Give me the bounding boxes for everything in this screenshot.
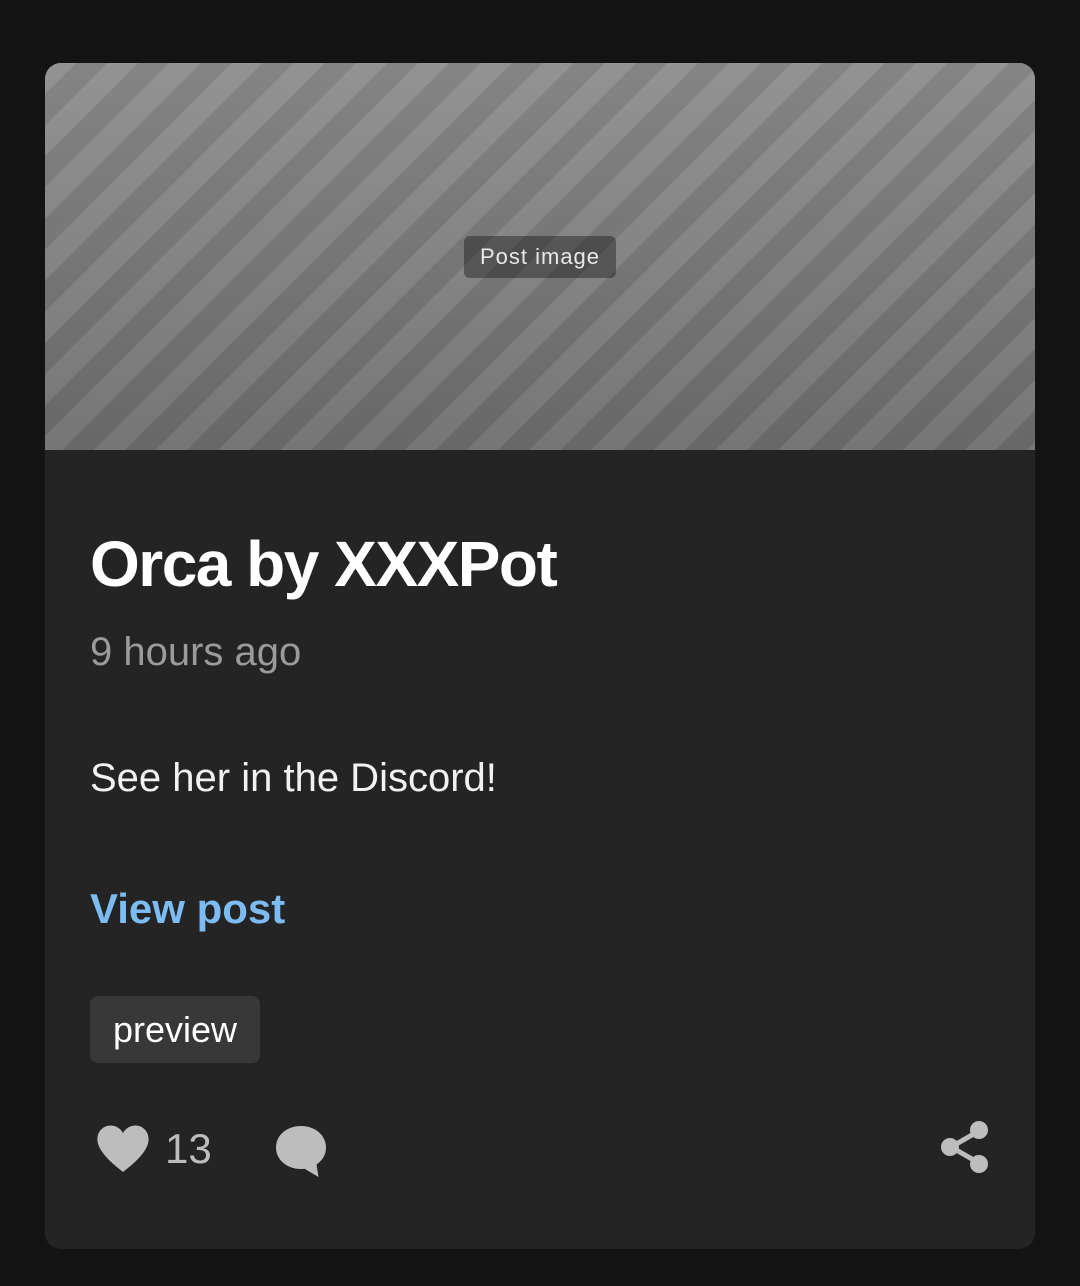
like-button[interactable]: 13 (95, 1124, 212, 1174)
comment-icon (274, 1124, 328, 1180)
post-title: Orca by XXXPot (90, 528, 558, 600)
image-placeholder-label: Post image (463, 235, 617, 278)
view-post-link[interactable]: View post (90, 884, 285, 934)
post-actions: 13 (90, 1120, 990, 1184)
post-image[interactable]: Post image (45, 63, 1035, 450)
post-body: See her in the Discord! (90, 756, 497, 800)
heart-icon (95, 1124, 151, 1174)
tag-preview[interactable]: preview (90, 996, 261, 1063)
post-card: Post image Orca by XXXPot 9 hours ago Se… (45, 63, 1035, 1249)
share-icon (940, 1120, 990, 1174)
share-button[interactable] (940, 1120, 990, 1174)
comment-button[interactable] (274, 1124, 328, 1180)
like-count: 13 (165, 1125, 212, 1172)
post-timestamp: 9 hours ago (90, 630, 302, 674)
